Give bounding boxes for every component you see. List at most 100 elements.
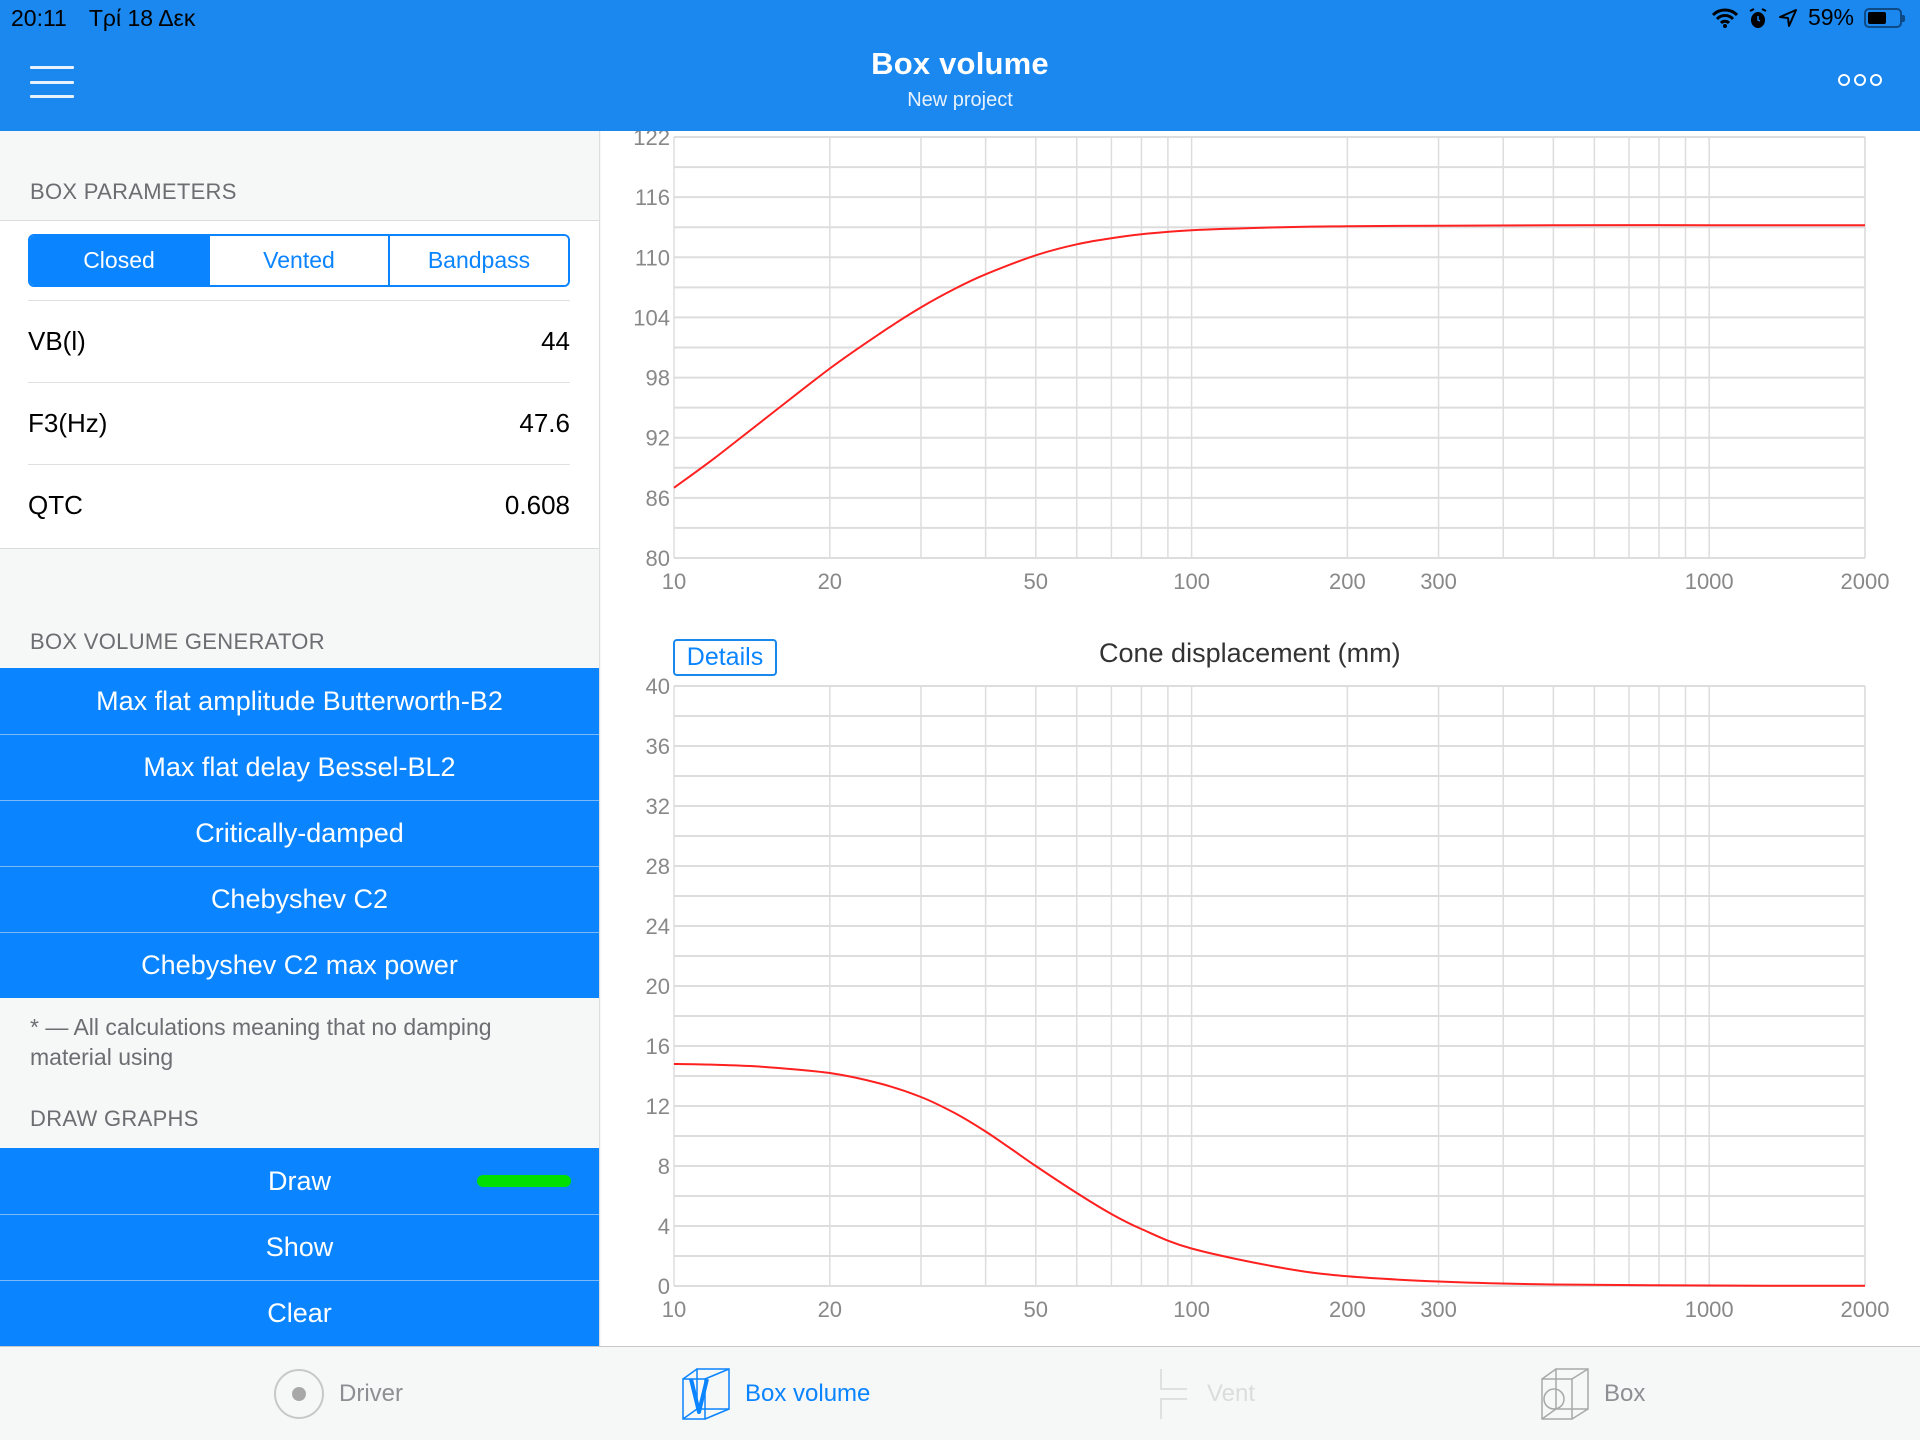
param-row-qtc[interactable]: QTC 0.608 bbox=[28, 464, 570, 546]
box-type-segmented-control[interactable]: Closed Vented Bandpass bbox=[28, 234, 570, 287]
x-tick-label: 20 bbox=[818, 1297, 842, 1322]
critically-damped-button[interactable]: Critically-damped bbox=[0, 800, 599, 866]
x-tick-label: 100 bbox=[1173, 569, 1210, 594]
cone-displacement-curve bbox=[673, 1063, 1866, 1287]
x-tick-label: 20 bbox=[818, 569, 842, 594]
chebyshev-c2-max-power-button[interactable]: Chebyshev C2 max power bbox=[0, 932, 599, 998]
app-root: 20:11 Τρί 18 Δεκ 59% Box volume New proj… bbox=[0, 0, 1920, 1440]
y-tick-label: 0 bbox=[658, 1274, 670, 1299]
more-dot bbox=[1870, 74, 1882, 86]
x-tick-label: 2000 bbox=[1841, 569, 1890, 594]
more-options-icon[interactable] bbox=[1838, 74, 1882, 86]
y-tick-label: 12 bbox=[646, 1094, 670, 1119]
y-tick-label: 40 bbox=[646, 674, 670, 699]
x-tick-label: 100 bbox=[1173, 1297, 1210, 1322]
y-tick-label: 104 bbox=[633, 305, 670, 330]
y-tick-label: 98 bbox=[646, 366, 670, 391]
draw-color-indicator bbox=[477, 1175, 571, 1187]
y-tick-label: 92 bbox=[646, 426, 670, 451]
y-tick-label: 122 bbox=[633, 131, 670, 150]
tab-box-volume[interactable]: Box volume bbox=[681, 1367, 870, 1421]
y-tick-label: 20 bbox=[646, 974, 670, 999]
butterworth-b2-button[interactable]: Max flat amplitude Butterworth-B2 bbox=[0, 668, 599, 734]
x-tick-label: 1000 bbox=[1685, 569, 1734, 594]
battery-fill bbox=[1868, 11, 1886, 24]
generator-button-list: Max flat amplitude Butterworth-B2 Max fl… bbox=[0, 668, 599, 998]
tab-vent[interactable]: Vent bbox=[1157, 1367, 1255, 1421]
x-tick-label: 50 bbox=[1024, 1297, 1048, 1322]
x-tick-label: 50 bbox=[1024, 569, 1048, 594]
show-button[interactable]: Show bbox=[0, 1214, 599, 1280]
draw-graphs-heading: DRAW GRAPHS bbox=[30, 1106, 199, 1131]
segment-bandpass[interactable]: Bandpass bbox=[388, 236, 568, 285]
y-tick-label: 32 bbox=[646, 794, 670, 819]
cone-displacement-chart-title: Cone displacement (mm) bbox=[1099, 638, 1401, 668]
vent-icon bbox=[1160, 1369, 1187, 1419]
y-tick-label: 4 bbox=[658, 1214, 670, 1239]
x-tick-label: 2000 bbox=[1841, 1297, 1890, 1322]
status-bar-right: 59% bbox=[1711, 4, 1905, 31]
param-label: VB(l) bbox=[28, 326, 86, 356]
x-tick-label: 200 bbox=[1329, 569, 1366, 594]
charts-svg: 8086929810411011612210 20 50 100 200 300 1000 2… bbox=[633, 131, 1890, 1322]
y-tick-label: 28 bbox=[646, 854, 670, 879]
bessel-bl2-button[interactable]: Max flat delay Bessel-BL2 bbox=[0, 734, 599, 800]
chebyshev-c2-button[interactable]: Chebyshev C2 bbox=[0, 866, 599, 932]
box-parameters-heading: BOX PARAMETERS bbox=[30, 179, 237, 204]
y-tick-label: 36 bbox=[646, 734, 670, 759]
tab-box[interactable]: Box bbox=[1540, 1367, 1645, 1421]
y-tick-label: 80 bbox=[646, 546, 670, 571]
page-subtitle: New project bbox=[907, 89, 1013, 111]
y-tick-label: 86 bbox=[646, 486, 670, 511]
tab-label: Box bbox=[1604, 1380, 1646, 1407]
damping-note: * — All calculations meaning that no dam… bbox=[30, 1014, 492, 1070]
draw-graphs-button-list: Draw Show Clear bbox=[0, 1148, 599, 1346]
tab-label: Vent bbox=[1207, 1380, 1256, 1407]
box-icon bbox=[1541, 1368, 1589, 1420]
draw-button[interactable]: Draw bbox=[0, 1148, 599, 1214]
status-bar-left: 20:11 Τρί 18 Δεκ bbox=[11, 5, 195, 32]
param-label: F3(Hz) bbox=[28, 408, 108, 438]
y-tick-label: 116 bbox=[635, 185, 670, 210]
status-time: 20:11 bbox=[11, 5, 67, 31]
tab-driver[interactable]: Driver bbox=[273, 1367, 403, 1421]
location-arrow-icon bbox=[1778, 8, 1797, 27]
y-tick-label: 16 bbox=[646, 1034, 670, 1059]
segment-vented[interactable]: Vented bbox=[208, 236, 388, 285]
x-tick-label: 300 bbox=[1420, 1297, 1457, 1322]
x-tick-label: 1000 bbox=[1685, 1297, 1734, 1322]
segment-closed[interactable]: Closed bbox=[30, 236, 208, 285]
box-parameters-group: Closed Vented Bandpass VB(l) 44 F3(Hz) 4… bbox=[0, 220, 599, 549]
tab-bar: Driver Box volume Vent Box bbox=[0, 1346, 1920, 1440]
param-row-vb[interactable]: VB(l) 44 bbox=[28, 300, 570, 382]
more-dot bbox=[1838, 74, 1850, 86]
box-volume-icon bbox=[682, 1368, 730, 1420]
header-title-group: Box volume New project bbox=[0, 46, 1920, 112]
tab-label: Box volume bbox=[745, 1380, 871, 1407]
y-tick-label: 110 bbox=[635, 245, 670, 270]
battery-percentage: 59% bbox=[1807, 4, 1854, 30]
param-value[interactable]: 44 bbox=[541, 326, 570, 357]
alarm-icon bbox=[1749, 7, 1767, 28]
param-label: QTC bbox=[28, 490, 83, 520]
x-tick-label: 200 bbox=[1329, 1297, 1366, 1322]
y-tick-label: 24 bbox=[646, 914, 670, 939]
page-title: Box volume bbox=[871, 46, 1049, 81]
y-tick-label: 8 bbox=[658, 1154, 670, 1179]
param-value[interactable]: 47.6 bbox=[519, 408, 570, 439]
battery-icon bbox=[1864, 7, 1905, 28]
generator-heading: BOX VOLUME GENERATOR bbox=[30, 629, 325, 654]
param-value[interactable]: 0.608 bbox=[505, 490, 570, 521]
spl-curve bbox=[673, 224, 1865, 489]
wifi-icon bbox=[1711, 8, 1738, 28]
x-tick-label: 300 bbox=[1420, 569, 1457, 594]
status-date: Τρί 18 Δεκ bbox=[88, 5, 196, 31]
settings-panel[interactable]: BOX PARAMETERS Closed Vented Bandpass VB… bbox=[0, 131, 600, 1346]
tab-label: Driver bbox=[339, 1380, 403, 1407]
x-tick-label: 10 bbox=[662, 1297, 686, 1322]
param-row-f3[interactable]: F3(Hz) 47.6 bbox=[28, 382, 570, 464]
more-dot bbox=[1854, 74, 1866, 86]
driver-speaker-icon bbox=[274, 1369, 324, 1419]
details-button[interactable]: Details bbox=[673, 639, 777, 676]
clear-button[interactable]: Clear bbox=[0, 1280, 599, 1346]
